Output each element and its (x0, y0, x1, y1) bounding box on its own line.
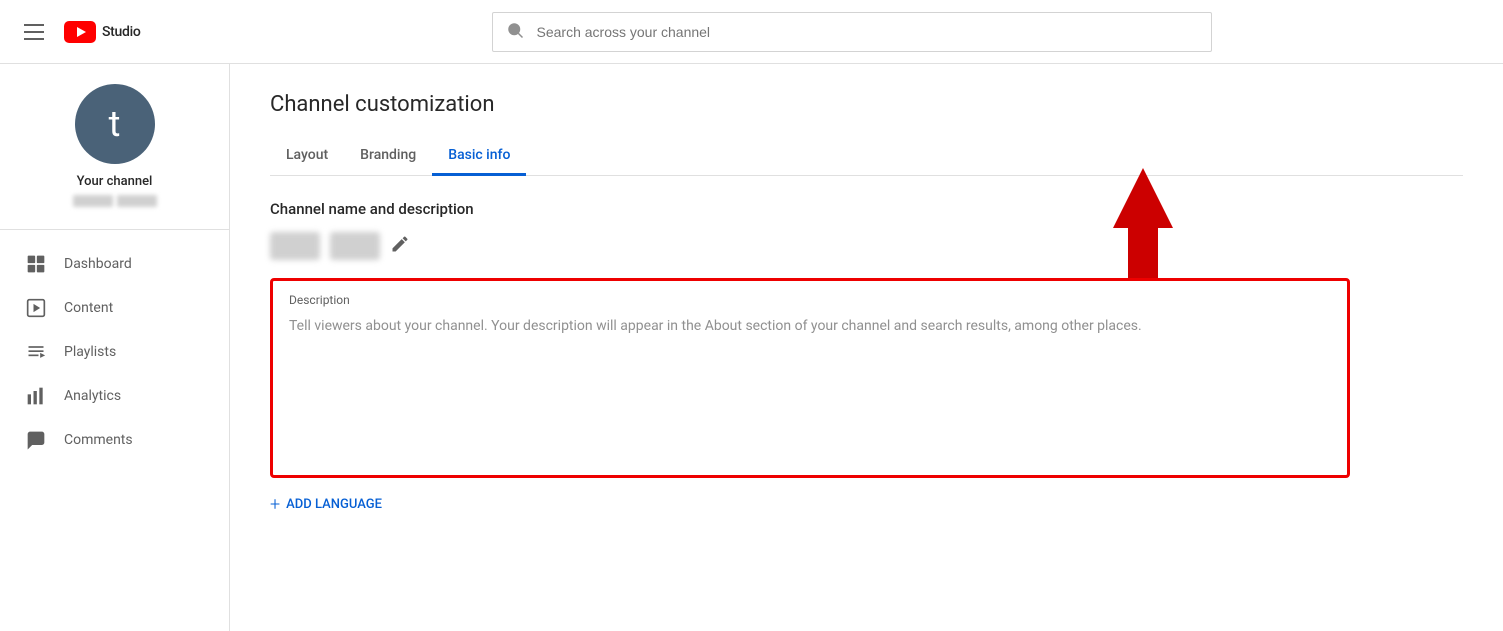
sidebar-nav: Dashboard Content (0, 234, 229, 470)
search-bar (492, 12, 1212, 52)
playlists-icon (24, 340, 48, 364)
red-arrow-indicator (1103, 168, 1183, 282)
tab-basic-info[interactable]: Basic info (432, 137, 526, 176)
comments-icon (24, 428, 48, 452)
name-blur-1 (270, 232, 320, 260)
sidebar-item-dashboard[interactable]: Dashboard (0, 242, 229, 286)
content-icon (24, 296, 48, 320)
add-language-button[interactable]: + ADD LANGUAGE (270, 494, 1463, 515)
sidebar-label-content: Content (64, 300, 113, 316)
add-language-plus-icon: + (270, 494, 280, 515)
dashboard-icon (24, 252, 48, 276)
sidebar-label-dashboard: Dashboard (64, 256, 132, 272)
sidebar-label-comments: Comments (64, 432, 133, 448)
page-title: Channel customization (270, 92, 1463, 117)
header: Studio (0, 0, 1503, 64)
name-blur-2 (330, 232, 380, 260)
search-input[interactable] (492, 12, 1212, 52)
sidebar-item-analytics[interactable]: Analytics (0, 374, 229, 418)
channel-name-row (270, 232, 1463, 260)
analytics-icon (24, 384, 48, 408)
add-language-label: ADD LANGUAGE (286, 497, 382, 512)
app-body: t Your channel Dashboard (0, 64, 1503, 631)
avatar: t (75, 84, 155, 164)
header-left: Studio (16, 16, 216, 48)
description-placeholder: Tell viewers about your channel. Your de… (289, 315, 1331, 337)
tab-branding[interactable]: Branding (344, 137, 432, 176)
tab-layout[interactable]: Layout (270, 137, 344, 176)
channel-name: Your channel (77, 174, 153, 189)
sidebar-label-analytics: Analytics (64, 388, 121, 404)
section-title: Channel name and description (270, 200, 1463, 218)
menu-icon[interactable] (16, 16, 52, 48)
blur-pill-1 (73, 195, 113, 207)
sidebar-item-comments[interactable]: Comments (0, 418, 229, 462)
sidebar-item-content[interactable]: Content (0, 286, 229, 330)
blur-pill-2 (117, 195, 157, 207)
channel-blurred-info (73, 195, 157, 207)
search-icon (506, 21, 524, 43)
description-label: Description (289, 293, 1331, 307)
sidebar-divider (0, 229, 229, 230)
logo: Studio (64, 21, 141, 43)
tabs: Layout Branding Basic info (270, 137, 1463, 176)
main-content: Channel customization Layout Branding Ba… (230, 64, 1503, 631)
description-box[interactable]: Description Tell viewers about your chan… (270, 278, 1350, 478)
sidebar-item-playlists[interactable]: Playlists (0, 330, 229, 374)
sidebar-label-playlists: Playlists (64, 344, 116, 360)
youtube-logo-icon (64, 21, 96, 43)
edit-icon[interactable] (390, 234, 410, 259)
description-container: Description Tell viewers about your chan… (270, 278, 1463, 478)
sidebar: t Your channel Dashboard (0, 64, 230, 631)
studio-label: Studio (102, 24, 141, 40)
